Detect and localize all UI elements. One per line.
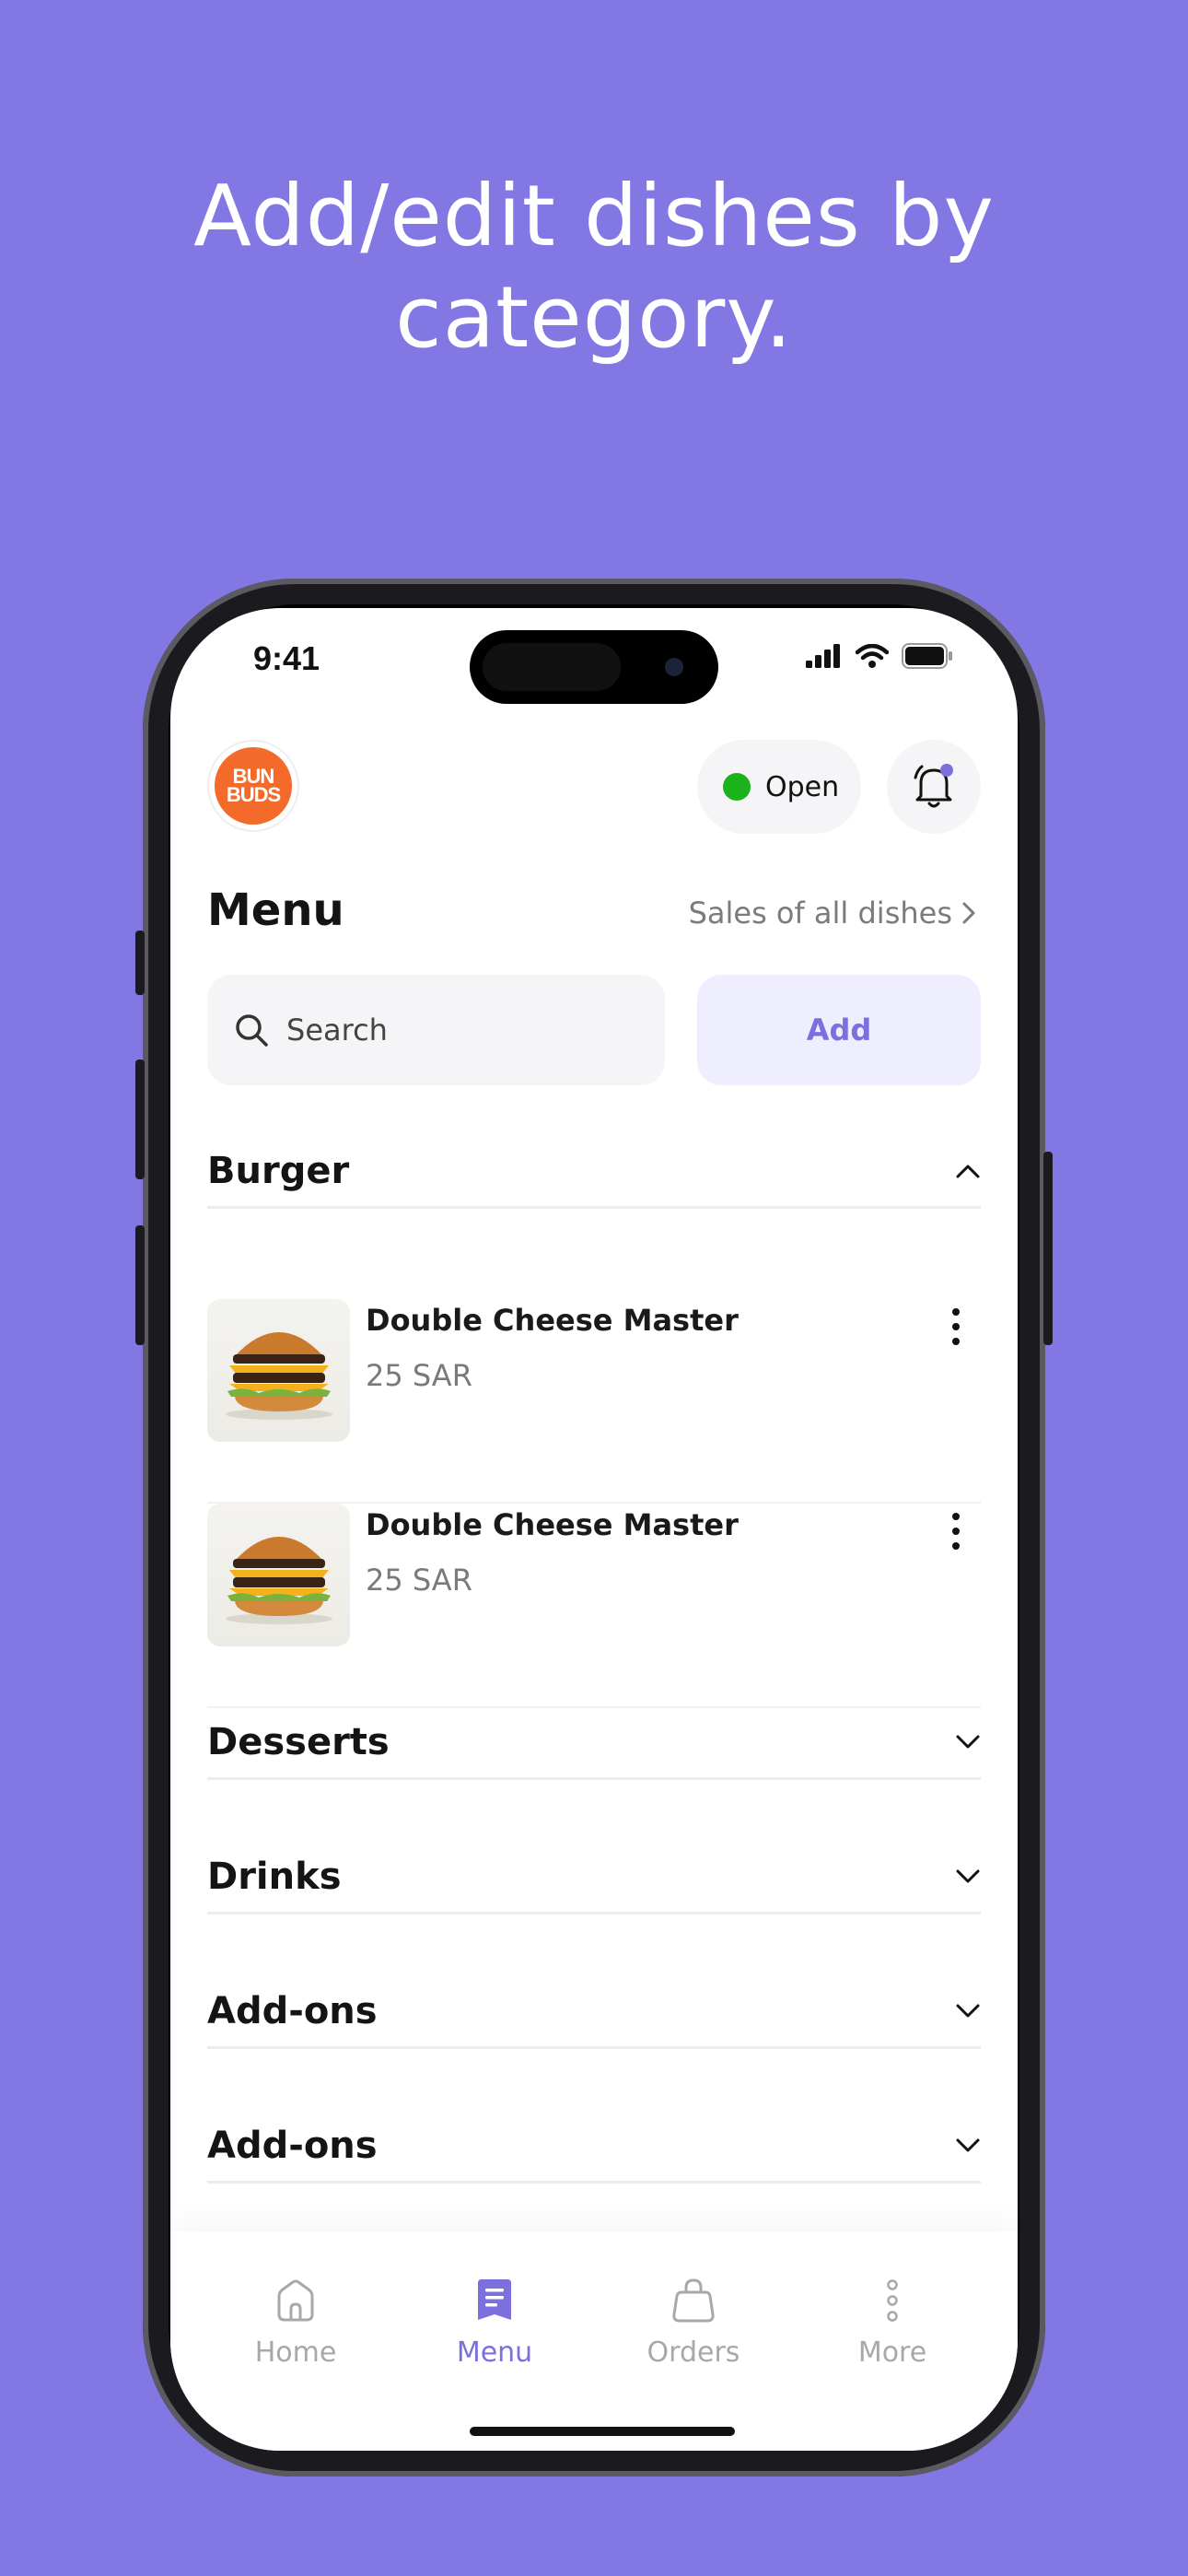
promo-headline-line1: Add/edit dishes by <box>193 167 995 265</box>
phone-screen: 9:41 BUN BUDS Open Menu Sales of all dis… <box>170 608 1018 2451</box>
bell-icon <box>914 764 953 808</box>
category-header-burger[interactable]: Burger <box>207 1135 981 1209</box>
logo-badge: BUN BUDS <box>215 747 292 825</box>
restaurant-logo[interactable]: BUN BUDS <box>207 740 299 832</box>
sales-of-all-dishes-link[interactable]: Sales of all dishes <box>689 896 976 931</box>
search-field[interactable] <box>207 975 665 1085</box>
bottom-tab-bar: Home Menu Orders More <box>170 2231 1018 2451</box>
phone-volume-up <box>135 1060 145 1179</box>
tab-more[interactable]: More <box>800 2277 984 2369</box>
dish-price: 25 SAR <box>366 1563 472 1598</box>
chevron-right-icon <box>962 902 975 924</box>
chevron-up-icon <box>956 1165 980 1177</box>
dynamic-island <box>470 630 718 704</box>
tab-label: More <box>857 2336 927 2369</box>
dish-name: Double Cheese Master <box>366 1303 739 1338</box>
page-title: Menu <box>207 884 344 936</box>
category-header-drinks[interactable]: Drinks <box>207 1841 981 1914</box>
status-icons <box>806 643 953 669</box>
tab-label: Orders <box>646 2336 740 2369</box>
dish-price: 25 SAR <box>366 1358 472 1393</box>
home-indicator <box>470 2427 735 2436</box>
status-time: 9:41 <box>253 639 320 677</box>
category-header-desserts[interactable]: Desserts <box>207 1706 981 1780</box>
search-input[interactable] <box>286 1013 636 1048</box>
open-status-toggle[interactable]: Open <box>697 740 861 834</box>
chevron-down-icon <box>956 2004 980 2017</box>
bag-icon <box>672 2278 715 2323</box>
category-header-add-ons[interactable]: Add-ons <box>207 1975 981 2049</box>
home-icon <box>277 2279 314 2322</box>
signal-icon <box>806 644 840 668</box>
logo-text-bottom: BUDS <box>226 783 281 806</box>
dish-name: Double Cheese Master <box>366 1507 739 1542</box>
category-title: Burger <box>207 1149 350 1192</box>
phone-power-button <box>1043 1152 1053 1345</box>
chevron-down-icon <box>956 1869 980 1882</box>
dish-row[interactable]: Double Cheese Master 25 SAR <box>207 1299 981 1504</box>
promo-headline-line2: category. <box>395 268 793 367</box>
more-vertical-icon <box>952 1308 960 1316</box>
sales-link-label: Sales of all dishes <box>688 896 952 931</box>
tab-menu[interactable]: Menu <box>402 2277 587 2369</box>
category-title: Add-ons <box>207 2124 378 2167</box>
phone-volume-down <box>135 1225 145 1345</box>
dish-row[interactable]: Double Cheese Master 25 SAR <box>207 1504 981 1708</box>
dish-more-button[interactable] <box>942 1299 970 1354</box>
add-dish-button[interactable]: Add <box>697 975 981 1085</box>
open-status-label: Open <box>765 770 840 803</box>
search-icon <box>236 1014 268 1047</box>
category-title: Add-ons <box>207 1989 378 2032</box>
tab-home[interactable]: Home <box>204 2277 388 2369</box>
dish-more-button[interactable] <box>942 1504 970 1559</box>
promo-headline: Add/edit dishes by category. <box>0 166 1188 369</box>
tab-label: Menu <box>456 2336 533 2369</box>
category-header-add-ons-2[interactable]: Add-ons <box>207 2110 981 2184</box>
tab-label: Home <box>254 2336 337 2369</box>
category-title: Desserts <box>207 1720 390 1763</box>
wifi-icon <box>856 644 889 668</box>
notifications-button[interactable] <box>887 740 981 834</box>
category-title: Drinks <box>207 1855 342 1898</box>
battery-icon <box>902 643 952 669</box>
more-vertical-icon <box>887 2279 898 2322</box>
menu-doc-icon <box>478 2279 511 2320</box>
chevron-down-icon <box>956 2138 980 2151</box>
open-status-dot <box>723 773 751 801</box>
dish-image <box>207 1299 350 1442</box>
dish-image <box>207 1504 350 1646</box>
tab-orders[interactable]: Orders <box>601 2277 786 2369</box>
chevron-down-icon <box>956 1735 980 1748</box>
more-vertical-icon <box>952 1513 960 1520</box>
phone-silent-switch <box>135 931 145 995</box>
